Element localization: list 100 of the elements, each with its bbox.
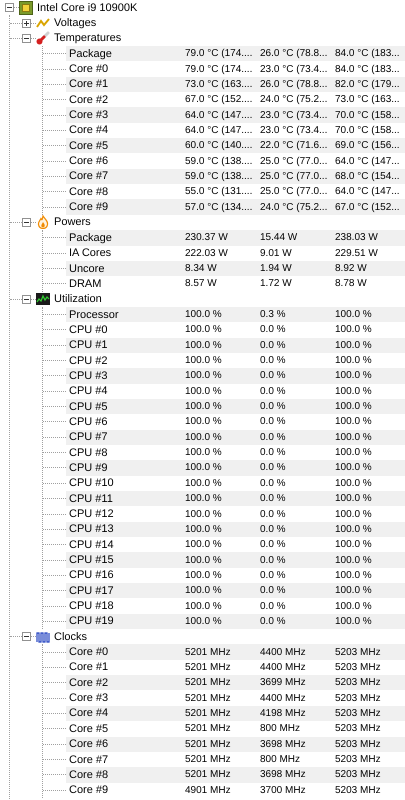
sensor-row[interactable]: DRAM 8.57 W 1.72 W 8.78 W <box>66 276 405 292</box>
sensor-row[interactable]: Core #5 60.0 °C (140.... 22.0 °C (71.6... 69.0 °C (156... <box>66 138 405 154</box>
sensor-row[interactable]: Core #7 5201 MHz 800 MHz 5203 MHz <box>66 752 405 768</box>
sensor-row[interactable]: Core #0 79.0 °C (174.... 23.0 °C (73.4... 84.0 °C (183... <box>66 61 405 77</box>
sensor-row[interactable]: Core #0 5201 MHz 4400 MHz 5203 MHz <box>66 644 405 660</box>
sensor-row[interactable]: CPU #7 100.0 % 0.0 % 100.0 % <box>66 430 405 445</box>
sensor-row[interactable]: CPU #13 100.0 % 0.0 % 100.0 % <box>66 522 405 538</box>
sensor-row[interactable]: CPU #18 100.0 % 0.0 % 100.0 % <box>66 598 405 614</box>
group-label[interactable]: Powers <box>54 216 91 228</box>
sensor-row[interactable]: Core #9 4901 MHz 3700 MHz 5203 MHz <box>66 782 405 798</box>
sensor-row[interactable]: Core #4 64.0 °C (147.... 23.0 °C (73.4... 70.0 °C (158... <box>66 122 405 138</box>
sensor-row[interactable]: Core #9 57.0 °C (134.... 24.0 °C (75.2... 67.0 °C (152... <box>66 199 405 215</box>
value-cell-text: 100.0 % <box>185 386 223 397</box>
max-cell-text: 70.0 °C (158... <box>335 110 401 121</box>
value-cell-text: 100.0 % <box>185 370 223 382</box>
sensor-row[interactable]: CPU #10 100.0 % 0.0 % 100.0 % <box>66 476 405 491</box>
sensor-label: Core #2 <box>68 676 110 689</box>
expand-toggle[interactable] <box>22 632 31 642</box>
max-cell-text: 5203 MHz <box>335 723 382 734</box>
sensor-label: Core #4 <box>68 124 110 136</box>
sensor-row[interactable]: Core #2 67.0 °C (152.... 24.0 °C (75.2... 73.0 °C (163... <box>66 92 405 108</box>
sensor-row[interactable]: Core #5 5201 MHz 800 MHz 5203 MHz <box>66 721 405 736</box>
sensor-label: Core #9 <box>68 201 110 214</box>
min-cell-text: 0.0 % <box>260 432 287 443</box>
sensor-row[interactable]: CPU #4 100.0 % 0.0 % 100.0 % <box>66 384 405 399</box>
min-cell-text: 1.94 W <box>260 263 293 274</box>
value-cell-text: 100.0 % <box>185 462 223 474</box>
group-label[interactable]: Temperatures <box>54 32 122 44</box>
expand-toggle[interactable] <box>22 34 31 43</box>
max-cell-text: 82.0 °C (179... <box>335 78 401 90</box>
expand-toggle[interactable] <box>22 294 31 304</box>
min-cell-text: 800 MHz <box>260 754 302 766</box>
thermometer-icon <box>36 31 50 46</box>
min-cell-text: 4400 MHz <box>260 662 307 673</box>
sensor-row[interactable]: CPU #5 100.0 % 0.0 % 100.0 % <box>66 398 405 414</box>
sensor-row[interactable]: Processor 100.0 % 0.3 % 100.0 % <box>66 306 405 322</box>
sensor-row[interactable]: IA Cores 222.03 W 9.01 W 229.51 W <box>66 246 405 261</box>
group-label[interactable]: Clocks <box>54 630 88 643</box>
sensor-row[interactable]: CPU #8 100.0 % 0.0 % 100.0 % <box>66 444 405 460</box>
sensor-row[interactable]: CPU #17 100.0 % 0.0 % 100.0 % <box>66 583 405 598</box>
sensor-label: CPU #18 <box>68 600 115 612</box>
sensor-row[interactable]: CPU #1 100.0 % 0.0 % 100.0 % <box>66 338 405 353</box>
sensor-row[interactable]: Core #4 5201 MHz 4198 MHz 5203 MHz <box>66 706 405 722</box>
max-cell-text: 5203 MHz <box>335 708 382 719</box>
sensor-row[interactable]: CPU #2 100.0 % 0.0 % 100.0 % <box>66 352 405 368</box>
value-cell-text: 100.0 % <box>185 355 223 366</box>
sensor-row[interactable]: Package 79.0 °C (174.... 26.0 °C (78.8... 84.0 °C (183... <box>66 46 405 62</box>
expand-toggle[interactable] <box>22 218 31 227</box>
sensor-row[interactable]: Core #6 59.0 °C (138.... 25.0 °C (77.0... 64.0 °C (147... <box>66 153 405 169</box>
sensor-row[interactable]: CPU #3 100.0 % 0.0 % 100.0 % <box>66 368 405 384</box>
min-cell-text: 0.0 % <box>260 324 287 336</box>
min-cell-text: 0.0 % <box>260 386 287 397</box>
sensor-row[interactable]: Core #1 73.0 °C (163.... 26.0 °C (78.8... 82.0 °C (179... <box>66 76 405 92</box>
min-cell-text: 24.0 °C (75.2... <box>260 202 328 213</box>
max-cell-text: 69.0 °C (156... <box>335 140 401 152</box>
value-cell-text: 100.0 % <box>185 554 223 566</box>
expand-toggle[interactable] <box>5 3 14 12</box>
sensor-label: Core #4 <box>68 707 110 720</box>
max-cell-text: 100.0 % <box>335 508 373 520</box>
sensor-label: CPU #2 <box>68 354 109 367</box>
sensor-row[interactable]: Core #8 5201 MHz 3698 MHz 5203 MHz <box>66 767 405 783</box>
max-cell-text: 100.0 % <box>335 478 373 489</box>
sensor-row[interactable]: Core #1 5201 MHz 4400 MHz 5203 MHz <box>66 660 405 676</box>
group-label[interactable]: Voltages <box>54 17 96 30</box>
min-cell-text: 26.0 °C (78.8... <box>260 48 328 60</box>
sensor-row[interactable]: CPU #14 100.0 % 0.0 % 100.0 % <box>66 537 405 552</box>
min-cell-text: 0.0 % <box>260 355 287 366</box>
expand-toggle[interactable] <box>22 18 31 28</box>
sensor-row[interactable]: Core #2 5201 MHz 3699 MHz 5203 MHz <box>66 675 405 690</box>
sensor-row[interactable]: CPU #15 100.0 % 0.0 % 100.0 % <box>66 552 405 568</box>
value-cell-text: 5201 MHz <box>185 708 232 719</box>
sensor-label: Core #6 <box>68 155 110 168</box>
sensor-row[interactable]: CPU #12 100.0 % 0.0 % 100.0 % <box>66 506 405 522</box>
sensor-row[interactable]: Core #6 5201 MHz 3698 MHz 5203 MHz <box>66 736 405 752</box>
sensor-row[interactable]: Core #7 59.0 °C (138.... 25.0 °C (77.0... 68.0 °C (154... <box>66 168 405 184</box>
sensor-row[interactable]: CPU #11 100.0 % 0.0 % 100.0 % <box>66 491 405 506</box>
sensor-row[interactable]: Core #3 5201 MHz 4400 MHz 5203 MHz <box>66 690 405 706</box>
value-cell-text: 4901 MHz <box>185 784 232 796</box>
value-cell-text: 100.0 % <box>185 401 223 412</box>
value-cell-text: 57.0 °C (134.... <box>185 202 254 213</box>
max-cell-text: 100.0 % <box>335 493 373 504</box>
sensor-label: Core #6 <box>68 738 110 750</box>
group-label[interactable]: Utilization <box>54 293 102 306</box>
sensor-row[interactable]: Core #3 64.0 °C (147.... 23.0 °C (73.4... 70.0 °C (158... <box>66 107 405 123</box>
max-cell-text: 100.0 % <box>335 340 373 351</box>
sensor-label: CPU #6 <box>68 416 109 428</box>
sensor-row[interactable]: Core #8 55.0 °C (131.... 25.0 °C (77.0... 64.0 °C (147... <box>66 184 405 200</box>
sensor-row[interactable]: CPU #0 100.0 % 0.0 % 100.0 % <box>66 322 405 338</box>
sensor-label: IA Cores <box>68 247 112 260</box>
value-cell-text: 60.0 °C (140.... <box>185 140 254 152</box>
min-cell-text: 0.0 % <box>260 462 287 474</box>
sensor-row[interactable]: Package 230.37 W 15.44 W 238.03 W <box>66 230 405 246</box>
chip-icon <box>19 0 33 15</box>
sensor-row[interactable]: CPU #19 100.0 % 0.0 % 100.0 % <box>66 614 405 630</box>
device-name[interactable]: Intel Core i9 10900K <box>37 2 138 14</box>
sensor-row[interactable]: CPU #9 100.0 % 0.0 % 100.0 % <box>66 460 405 476</box>
value-cell-text: 100.0 % <box>185 616 223 627</box>
sensor-row[interactable]: CPU #16 100.0 % 0.0 % 100.0 % <box>66 568 405 584</box>
sensor-row[interactable]: CPU #6 100.0 % 0.0 % 100.0 % <box>66 414 405 430</box>
sensor-row[interactable]: Uncore 8.34 W 1.94 W 8.92 W <box>66 260 405 276</box>
